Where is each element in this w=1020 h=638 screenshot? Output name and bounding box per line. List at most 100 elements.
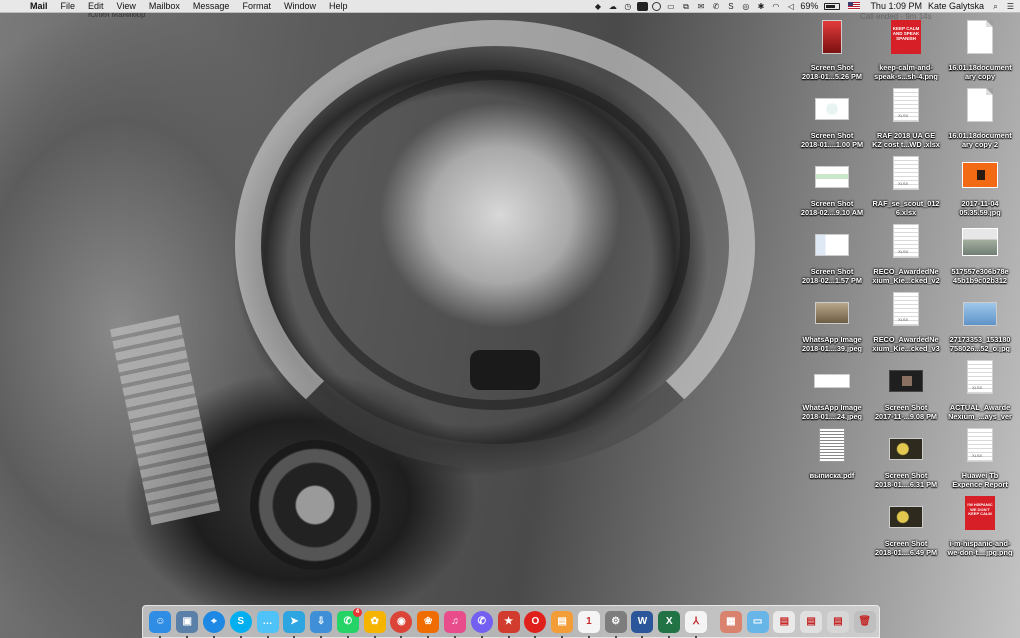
file-label: Screen Shot 2017-11-...9.08 PM [874, 403, 938, 421]
dock-calendar-icon[interactable]: 1 [577, 610, 600, 638]
dock-whatsapp-icon[interactable]: ✆ 4 [336, 607, 362, 638]
desktop-icon-photo-27173353[interactable]: 27173353_153180 758026...52_o.jpg [942, 292, 1018, 358]
volume-icon[interactable]: ◁ [785, 2, 796, 11]
dock-chrome-icon[interactable]: ◉ [390, 610, 413, 638]
menu-file[interactable]: File [61, 0, 76, 13]
file-label: Screen Shot 2018-01....1.00 PM [800, 131, 864, 149]
desktop-icon-documentary-copy-2[interactable]: 16.01.18document ary copy 2 [942, 88, 1018, 154]
running-indicator [400, 635, 403, 638]
menu-help[interactable]: Help [329, 0, 348, 13]
desktop-icon-hispanic-png[interactable]: I'M HISPANIC WE DON'T KEEP CALM i-m-hisp… [942, 496, 1018, 562]
desktop-icon-reco-v3[interactable]: XLSX RECO_AwardedNe xium_Kie...cked_v3 [868, 292, 944, 358]
file-label: RECO_AwardedNe xium_Kie...cked_v2 [872, 267, 940, 285]
spreadsheet-thumbnail: XLSX [893, 88, 919, 122]
chat-icon[interactable]: ✉ [695, 2, 706, 11]
dock-photos-library-icon[interactable]: ❀ [417, 610, 440, 638]
dock-preview-icon[interactable]: ▣ [176, 610, 199, 638]
apple-menu-icon[interactable] [10, 1, 22, 12]
spotlight-search-icon[interactable]: ⌕ [990, 2, 1001, 11]
time-machine-icon[interactable]: ◷ [622, 2, 633, 11]
dock-telegram-icon[interactable]: ➤ [283, 610, 306, 638]
menu-app-name[interactable]: Mail [30, 0, 48, 13]
desktop-icon-whatsapp-image-1[interactable]: WhatsApp Image 2018-01....39.jpeg [794, 292, 870, 358]
dock-word-icon[interactable]: W [631, 610, 654, 638]
menu-format[interactable]: Format [242, 0, 271, 13]
dock-itunes-icon[interactable]: ♫ [443, 610, 466, 638]
file-label: ACTUAL_Awarde Nexium_...ays_ver [948, 403, 1012, 421]
menu-view[interactable]: View [117, 0, 136, 13]
dock-system-preferences-icon[interactable]: ⚙ [604, 610, 627, 638]
dock-safari-icon[interactable]: ⌖ [202, 610, 225, 638]
spreadsheet-thumbnail: XLSX [967, 360, 993, 394]
wallpaper-microphone [470, 350, 540, 390]
desktop-icon-raf-cost-xlsx[interactable]: XLSX RAF 2018 UA GE KZ cost t...WD .xlsx [868, 88, 944, 154]
desktop-icon-reco-v2[interactable]: XLSX RECO_AwardedNe xium_Kie...cked_v2 [868, 224, 944, 290]
cloud-icon[interactable]: ☁ [607, 2, 618, 11]
desktop-icon-photo-517557[interactable]: 517557e306b78e 45b1b9c02b312 [942, 224, 1018, 290]
dock-glyph: ★ [504, 616, 514, 627]
desktop-icon-screenshot-7[interactable]: Screen Shot 2018-01....6.49 PM [868, 496, 944, 562]
dock-excel-icon[interactable]: X [658, 610, 681, 638]
screen-icon[interactable]: ▭ [665, 2, 676, 11]
file-label: Screen Shot 2018-01....6.49 PM [874, 539, 938, 557]
dock-finder-icon[interactable]: ☺ [149, 610, 172, 638]
desktop-icon-vypiska-pdf[interactable]: выписка.pdf [794, 428, 870, 494]
dock-stack-2-icon[interactable]: ▤ [800, 610, 823, 633]
dropbox-icon[interactable]: ◆ [592, 2, 603, 11]
menu-window[interactable]: Window [284, 0, 316, 13]
desktop-icon-keep-calm[interactable]: KEEP CALM AND SPEAK SPANISH keep-calm-an… [868, 20, 944, 86]
dock-glyph: ⇩ [316, 616, 326, 627]
battery-icon[interactable] [824, 2, 841, 10]
dock-toolbox-folder-icon[interactable]: ▦ [719, 610, 742, 633]
file-thumbnail [815, 98, 849, 120]
desktop-icon-screenshot-1[interactable]: Screen Shot 2018-01...5.26 PM [794, 20, 870, 86]
desktop-icon-screenshot-2[interactable]: Screen Shot 2018-01....1.00 PM [794, 88, 870, 154]
desktop-icon-huawei-expence[interactable]: XLSX Huawei Tb Expence Report [942, 428, 1018, 494]
dock-acrobat-icon[interactable]: ⅄ [685, 610, 708, 638]
desktop-icon-screenshot-3[interactable]: Screen Shot 2018-02....9.10 AM [794, 156, 870, 222]
wifi-icon[interactable]: ◠ [770, 2, 781, 11]
menu-mailbox[interactable]: Mailbox [149, 0, 180, 13]
dock-books-icon[interactable]: ▤ [551, 610, 574, 638]
dock-opera-icon[interactable]: O [524, 610, 547, 638]
file-thumbnail [815, 166, 849, 188]
desktop-icon-photo-2017-11-04[interactable]: 2017-11-04 05.35.59.jpg [942, 156, 1018, 222]
skype-status-icon[interactable]: S [725, 2, 736, 11]
file-label: RECO_AwardedNe xium_Kie...cked_v3 [872, 335, 940, 353]
bookmark-icon[interactable] [637, 1, 649, 11]
bluetooth-icon[interactable]: ✱ [755, 2, 766, 11]
file-thumbnail [889, 370, 923, 392]
running-indicator [212, 635, 215, 638]
dock-stack-1-icon[interactable]: ▤ [773, 610, 796, 633]
dock-photos-icon[interactable]: ✿ [363, 610, 386, 638]
desktop-icon-screenshot-4[interactable]: Screen Shot 2018-02...1.57 PM [794, 224, 870, 290]
desktop-icon-raf-scout-xlsx[interactable]: XLSX RAF_se_scout_012 6.xlsx [868, 156, 944, 222]
dock-downloads-icon[interactable]: ⇩ [310, 610, 333, 638]
dock-toolbox-icon[interactable]: ★ [497, 610, 520, 638]
sync-icon[interactable] [652, 1, 662, 11]
dock-viber-icon[interactable]: ✆ [470, 610, 493, 638]
menu-message[interactable]: Message [193, 0, 230, 13]
whatsapp-status-icon[interactable]: ◎ [740, 2, 751, 11]
desktop-icon-documentary-copy[interactable]: 16.01.18document ary copy [942, 20, 1018, 86]
desktop-icon-screenshot-6[interactable]: Screen Shot 2018-01....6.31 PM [868, 428, 944, 494]
desktop-icon-actual-awarded[interactable]: XLSX ACTUAL_Awarde Nexium_...ays_ver [942, 360, 1018, 426]
menu-clock[interactable]: Thu 1:09 PM [870, 0, 922, 13]
dock-skype-icon[interactable]: S [229, 610, 252, 638]
menu-user[interactable]: Kate Galytska [928, 0, 984, 13]
running-indicator [695, 635, 698, 638]
document-thumbnail [967, 88, 993, 122]
file-label: WhatsApp Image 2018-01....39.jpeg [801, 335, 863, 353]
notification-center-icon[interactable]: ☰ [1005, 2, 1016, 11]
menu-edit[interactable]: Edit [88, 0, 104, 13]
desktop-icon-screenshot-5[interactable]: Screen Shot 2017-11-...9.08 PM [868, 360, 944, 426]
dock-stack-3-icon[interactable]: ▤ [826, 610, 849, 633]
share-icon[interactable]: ⧉ [680, 2, 691, 11]
dock-trash-icon[interactable]: 🗑 [853, 610, 876, 633]
dock-messages-icon[interactable]: … [256, 610, 279, 638]
battery-percent[interactable]: 69% [800, 0, 818, 13]
desktop-icon-whatsapp-image-2[interactable]: WhatsApp Image 2018-01....24.jpeg [794, 360, 870, 426]
us-flag-input-icon[interactable] [848, 2, 861, 10]
viber-status-icon[interactable]: ✆ [710, 2, 721, 11]
dock-documents-folder-icon[interactable]: ▭ [746, 610, 769, 633]
